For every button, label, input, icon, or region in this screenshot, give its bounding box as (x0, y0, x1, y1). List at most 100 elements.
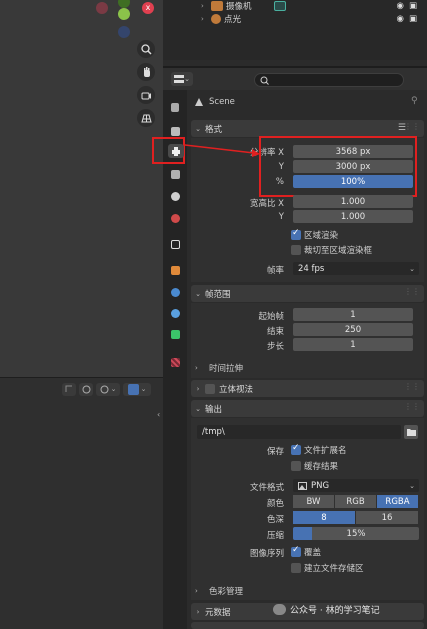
subpanel-color-management[interactable]: › 色彩管理 (195, 583, 420, 599)
panel-title: 立体视法 (219, 384, 254, 395)
gizmo-y-negative[interactable] (118, 26, 130, 38)
gizmo-z-positive[interactable] (118, 0, 130, 8)
subpanel-time-stretch[interactable]: › 时间拉伸 (195, 360, 420, 376)
gizmo-x-positive[interactable]: x (142, 2, 154, 14)
visibility-eye-icon[interactable]: ◉ (397, 1, 404, 11)
frame-rate-dropdown[interactable]: 24 fps ⌄ (293, 262, 419, 275)
color-depth-selector[interactable]: 8 16 (293, 511, 419, 524)
frame-step-label: 步长 (266, 342, 284, 352)
aspect-y-field[interactable]: 1.000 (293, 210, 413, 223)
collapse-arrow-icon: ⌄ (195, 289, 201, 298)
lower-editor-area[interactable] (0, 378, 163, 629)
crop-region-checkbox[interactable] (291, 245, 301, 255)
file-format-dropdown[interactable]: PNG ⌄ (293, 479, 419, 492)
color-mode-selector[interactable]: BW RGB RGBA (293, 495, 419, 508)
panel-title: 格式 (205, 124, 223, 135)
panel-frame-range-header[interactable]: ⌄ 帧范围 ⋮⋮ (191, 285, 424, 302)
expand-arrow-icon[interactable]: › (201, 2, 211, 10)
outliner[interactable]: › 摄像机 ◉ ▣ › 点光 ◉ ▣ (163, 0, 427, 60)
tab-render[interactable] (167, 124, 183, 138)
tab-tool[interactable] (167, 100, 183, 114)
gizmo-y-positive[interactable] (118, 8, 130, 20)
color-depth-label: 色深 (266, 515, 284, 525)
outliner-row-light[interactable]: › 点光 ◉ ▣ (163, 13, 427, 25)
panel-format-header[interactable]: ⌄ 格式 ☰ ⋮⋮ (191, 120, 424, 137)
overlay-toggle[interactable]: ⌄ (123, 382, 151, 396)
camera-data-icon (273, 1, 286, 11)
expand-arrow-icon: › (196, 607, 200, 616)
color-mode-rgba[interactable]: RGBA (377, 495, 418, 508)
navigation-gizmo[interactable]: x (92, 0, 158, 40)
context-label: Scene (209, 97, 235, 107)
zoom-icon[interactable] (137, 40, 155, 58)
gizmo-x-negative[interactable] (96, 2, 108, 14)
3d-viewport[interactable]: x (0, 0, 163, 378)
render-region-label: 区域渲染 (304, 231, 339, 241)
snap-icon[interactable] (62, 382, 76, 396)
tab-scene[interactable] (167, 189, 183, 203)
pin-icon[interactable]: ⚲ (411, 96, 418, 106)
tab-texture[interactable] (167, 355, 183, 369)
search-icon (260, 76, 269, 85)
panel-next-header[interactable] (191, 622, 424, 629)
compression-label: 压缩 (266, 531, 284, 541)
file-extensions-checkbox[interactable] (291, 443, 301, 455)
outliner-row-camera[interactable]: › 摄像机 ◉ ▣ (163, 0, 427, 12)
render-region-checkbox[interactable] (291, 228, 301, 240)
drag-handle-icon[interactable]: ⋮⋮ (404, 402, 420, 411)
drag-handle-icon[interactable]: ⋮⋮ (404, 122, 420, 131)
color-depth-16[interactable]: 16 (356, 511, 418, 524)
color-depth-8[interactable]: 8 (293, 511, 355, 524)
chevron-down-icon: ⌄ (409, 481, 415, 490)
scene-icon (195, 98, 203, 106)
expand-arrow-icon[interactable]: › (201, 15, 211, 23)
placeholders-label: 建立文件存储区 (304, 564, 364, 574)
tab-output[interactable] (168, 144, 184, 158)
render-camera-icon[interactable]: ▣ (409, 1, 417, 11)
frame-end-field[interactable]: 250 (293, 323, 413, 336)
tab-world[interactable] (167, 211, 183, 225)
panel-output-header[interactable]: ⌄ 输出 ⋮⋮ (191, 400, 424, 417)
proportional-edit-icon[interactable] (79, 382, 93, 396)
compression-slider[interactable]: 15% (293, 527, 419, 540)
tab-object[interactable] (167, 263, 183, 277)
pan-hand-icon[interactable] (137, 63, 155, 81)
expand-arrow-icon: › (196, 384, 200, 393)
tab-object-data[interactable] (167, 327, 183, 341)
color-mode-label: 颜色 (266, 499, 284, 509)
panel-stereoscopy-header[interactable]: › 立体视法 ⋮⋮ (191, 380, 424, 397)
panel-title: 输出 (205, 404, 223, 415)
stereoscopy-checkbox[interactable] (205, 383, 215, 394)
tab-collection[interactable] (167, 237, 183, 251)
cache-result-label: 缓存结果 (304, 462, 339, 472)
collapse-arrow-icon: ⌄ (195, 404, 201, 413)
ortho-grid-icon[interactable] (137, 109, 155, 127)
expand-arrow-icon: › (195, 587, 198, 595)
property-search-input[interactable] (254, 73, 404, 87)
drag-handle-icon[interactable]: ⋮⋮ (404, 287, 420, 296)
render-camera-icon[interactable]: ▣ (409, 14, 417, 24)
color-mode-bw[interactable]: BW (293, 495, 334, 508)
color-mode-rgb[interactable]: RGB (335, 495, 376, 508)
overwrite-checkbox[interactable] (291, 545, 301, 557)
output-path-input[interactable]: /tmp\ (197, 425, 401, 439)
cache-result-checkbox[interactable] (291, 461, 301, 471)
tab-physics[interactable] (167, 285, 183, 299)
falloff-dropdown[interactable]: ⌄ (96, 382, 120, 396)
panel-title: 元数据 (205, 607, 231, 618)
frame-step-field[interactable]: 1 (293, 338, 413, 351)
editor-type-dropdown[interactable]: ⌄ (171, 72, 193, 86)
drag-handle-icon[interactable]: ⋮⋮ (404, 382, 420, 391)
panel-title: 帧范围 (205, 289, 231, 300)
expand-arrow-icon: › (195, 364, 198, 372)
camera-view-icon[interactable] (137, 86, 155, 104)
sidebar-toggle-icon[interactable]: ‹ (157, 410, 160, 419)
tab-view-layer[interactable] (167, 167, 183, 181)
aspect-x-field[interactable]: 1.000 (293, 195, 413, 208)
compression-fill (293, 527, 312, 540)
visibility-eye-icon[interactable]: ◉ (397, 14, 404, 24)
frame-start-field[interactable]: 1 (293, 308, 413, 321)
tab-constraints[interactable] (167, 306, 183, 320)
folder-browse-icon[interactable] (404, 425, 418, 439)
placeholders-checkbox[interactable] (291, 563, 301, 573)
